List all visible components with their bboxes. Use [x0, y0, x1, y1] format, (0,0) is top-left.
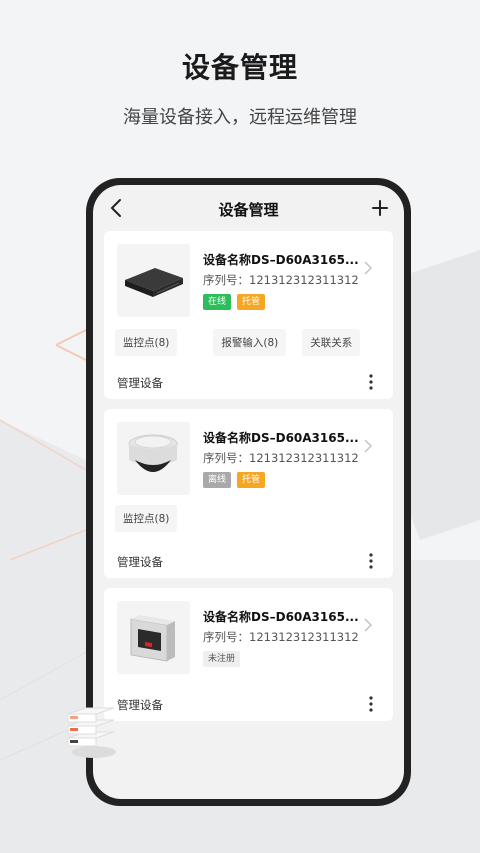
dome-camera-icon [128, 434, 178, 472]
more-vertical-icon[interactable] [369, 553, 373, 569]
status-badge: 在线 [203, 294, 232, 310]
nvr-recorder-icon [125, 268, 183, 297]
manage-device-link[interactable]: 管理设备 [117, 554, 163, 570]
status-badge: 未注册 [203, 651, 241, 667]
device-name: 设备名称DS–D60A3165... [203, 431, 359, 445]
more-vertical-icon[interactable] [369, 696, 373, 712]
page-subtitle: 海量设备接入，远程运维管理 [123, 107, 357, 128]
device-serial: 序列号：121312312311312 [203, 273, 359, 287]
device-name: 设备名称DS–D60A3165... [203, 610, 359, 624]
device-name: 设备名称DS–D60A3165... [203, 253, 359, 267]
device-thumbnail [117, 601, 190, 674]
hosting-badge: 托管 [237, 294, 266, 310]
phone-screen: 设备管理 设备名称DS–D60A3165... 序列号：121312312311… [93, 185, 404, 799]
plus-icon[interactable] [370, 197, 390, 219]
chevron-right-icon[interactable] [363, 261, 373, 275]
device-serial: 序列号：121312312311312 [203, 630, 359, 644]
nav-bar: 设备管理 [93, 185, 404, 233]
device-thumbnail [117, 244, 190, 317]
chip-alarm-inputs[interactable]: 报警输入(8) [213, 329, 287, 356]
chevron-right-icon[interactable] [363, 618, 373, 632]
device-card[interactable]: 设备名称DS–D60A3165... 序列号：121312312311312 未… [104, 588, 393, 721]
device-card[interactable]: 设备名称DS–D60A3165... 序列号：121312312311312 在… [104, 231, 393, 399]
nav-title: 设备管理 [218, 201, 279, 219]
server-stack-decoration [67, 707, 116, 758]
manage-device-link[interactable]: 管理设备 [117, 697, 163, 713]
access-control-panel-icon [130, 615, 175, 662]
status-badge: 离线 [203, 472, 232, 488]
device-thumbnail [117, 422, 190, 495]
hosting-badge: 托管 [237, 472, 266, 488]
device-serial: 序列号：121312312311312 [203, 451, 359, 465]
chip-relations[interactable]: 关联关系 [302, 329, 361, 356]
more-vertical-icon[interactable] [369, 374, 373, 390]
chip-monitor-points[interactable]: 监控点(8) [115, 505, 178, 532]
phone-frame: 设备管理 设备名称DS–D60A3165... 序列号：121312312311… [86, 178, 411, 806]
page-headline: 设备管理 [181, 51, 298, 84]
chevron-right-icon[interactable] [363, 439, 373, 453]
device-card[interactable]: 设备名称DS–D60A3165... 序列号：121312312311312 离… [104, 409, 393, 578]
manage-device-link[interactable]: 管理设备 [117, 375, 163, 391]
chip-monitor-points[interactable]: 监控点(8) [115, 329, 178, 356]
